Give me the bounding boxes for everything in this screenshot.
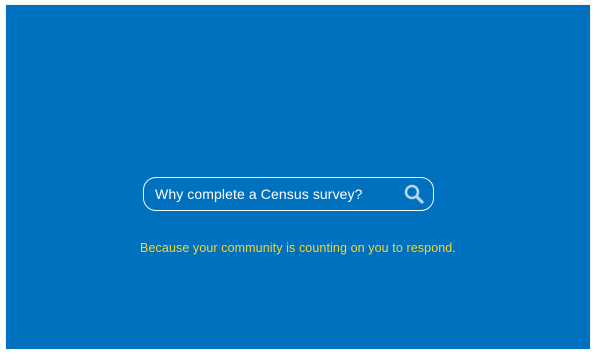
slide-canvas: Why complete a Census survey? Because yo…	[6, 5, 590, 349]
search-icon[interactable]	[403, 183, 425, 205]
answer-text: Because your community is counting on yo…	[140, 241, 456, 255]
search-bar[interactable]: Why complete a Census survey?	[143, 177, 434, 211]
search-query-text: Why complete a Census survey?	[155, 186, 363, 202]
